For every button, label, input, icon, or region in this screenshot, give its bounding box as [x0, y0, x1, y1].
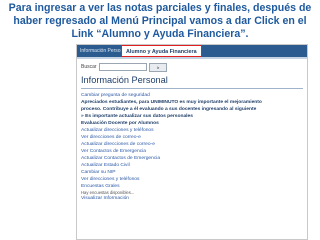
menu-link[interactable]: Actualizar direcciones de correo-e	[81, 141, 303, 148]
menu-link[interactable]: Actualizar Estado Civil	[81, 162, 303, 169]
tab-underline	[77, 57, 307, 59]
search-input[interactable]	[99, 63, 147, 71]
search-label: Buscar	[81, 64, 97, 70]
menu-link[interactable]: Ver direcciones de correo-e	[81, 134, 303, 141]
instruction-text: Para ingresar a ver las notas parciales …	[8, 2, 312, 41]
browser-screenshot: Información Personal Alumno y Ayuda Fina…	[76, 44, 308, 240]
title-divider	[81, 88, 303, 89]
menu-link[interactable]: Actualizar direcciones y teléfonos	[81, 127, 303, 134]
menu-link[interactable]: Ver direcciones y teléfonos	[81, 176, 303, 183]
menu-link[interactable]: Cambiar pregunta de seguridad	[81, 92, 303, 99]
menu-list: Cambiar pregunta de seguridad Apreciados …	[81, 92, 303, 202]
menu-link[interactable]: Ver Contactos de Emergencia	[81, 148, 303, 155]
tab-alumno-ayuda-financiera[interactable]: Alumno y Ayuda Financiera	[121, 45, 202, 57]
menu-link[interactable]: Cambiar su NIP	[81, 169, 303, 176]
menu-link[interactable]: Encuestas Grales	[81, 183, 303, 190]
menu-link[interactable]: Visualizar Información	[81, 195, 303, 202]
tab-bar: Información Personal Alumno y Ayuda Fina…	[77, 45, 307, 57]
menu-notice: » Es importante actualizar sus datos per…	[81, 114, 193, 119]
search-go-button[interactable]: Ir	[149, 63, 167, 72]
menu-notice[interactable]: Evaluación Docente por Alumnos	[81, 120, 303, 127]
page-title: Información Personal	[81, 75, 168, 85]
menu-notice: Apreciados estudiantes, para UNIMINUTO e…	[81, 100, 262, 105]
menu-notice: proceso. Contribuye a él evaluando a sus…	[81, 107, 257, 112]
menu-link[interactable]: Actualizar Contactos de Emergencia	[81, 155, 303, 162]
